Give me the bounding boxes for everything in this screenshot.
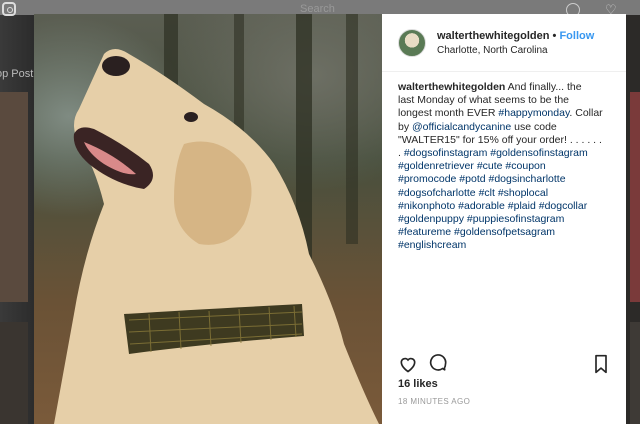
hashtag-link[interactable]: #goldensofinstagram [490, 147, 587, 159]
hashtag-link[interactable]: #potd [459, 173, 485, 185]
post-detail-panel: walterthewhitegolden • Follow Charlotte,… [382, 14, 626, 424]
caption-text: by [398, 120, 413, 133]
dog-illustration [54, 49, 379, 424]
heart-icon[interactable] [398, 354, 418, 374]
caption-text: And finally... the [505, 81, 582, 93]
hashtag-link[interactable]: #promocode [398, 173, 456, 185]
hashtag-link[interactable]: #goldenpuppy [398, 213, 464, 225]
background-tile [630, 92, 640, 302]
caption-line: . #dogsofinstagram #goldensofinstagram [398, 147, 610, 160]
caption-line: last Monday of what seems to be the [398, 94, 610, 107]
hashtag-link[interactable]: #dogsofcharlotte [398, 187, 476, 199]
post-author-row: walterthewhitegolden • Follow [437, 30, 594, 42]
caption-line: #goldenretriever #cute #coupon [398, 160, 610, 173]
hashtag-link[interactable]: #adorable [458, 200, 505, 212]
background-top-nav: Search ♡ [0, 0, 640, 17]
caption-line: #dogsofcharlotte #clt #shoplocal [398, 187, 610, 200]
bookmark-icon[interactable] [592, 354, 610, 374]
caption-text: . Collar [569, 107, 603, 120]
avatar[interactable] [398, 29, 426, 57]
background-label: op Post [0, 68, 34, 80]
hashtag-link[interactable]: #happymonday [498, 107, 569, 119]
hashtag-link[interactable]: #dogsofinstagram [404, 147, 487, 159]
hashtag-link[interactable]: @officialcandycanine [412, 121, 511, 133]
post-header: walterthewhitegolden • Follow Charlotte,… [382, 14, 626, 72]
caption-text: longest month EVER [398, 107, 499, 120]
like-count[interactable]: 16 likes [398, 378, 438, 390]
caption-username[interactable]: walterthewhitegolden [398, 81, 505, 93]
background-tile [0, 92, 28, 302]
hashtag-link[interactable]: #plaid [508, 200, 536, 212]
hashtag-link[interactable]: #puppiesofinstagram [467, 213, 564, 225]
caption-line: "WALTER15" for 15% off your order! . . .… [398, 134, 610, 147]
hashtag-link[interactable]: #dogcollar [539, 200, 587, 212]
background-tile [0, 322, 28, 424]
caption-line: #englishcream [398, 239, 610, 252]
username-link[interactable]: walterthewhitegolden [437, 30, 549, 42]
hashtag-link[interactable]: #goldensofpetsagram [454, 226, 555, 238]
caption-line: #nikonphoto #adorable #plaid #dogcollar [398, 200, 610, 213]
caption-line: by @officialcandycanine use code [398, 121, 610, 134]
location-link[interactable]: Charlotte, North Carolina [437, 45, 548, 56]
caption-line: #goldenpuppy #puppiesofinstagram [398, 213, 610, 226]
hashtag-link[interactable]: #featureme [398, 226, 451, 238]
hashtag-link[interactable]: #shoplocal [498, 187, 548, 199]
post-caption: walterthewhitegolden And finally... the l… [398, 81, 610, 253]
hashtag-link[interactable]: #cute [477, 160, 503, 172]
hashtag-link[interactable]: #clt [479, 187, 495, 199]
caption-text: "WALTER15" for 15% off your order! . . .… [398, 133, 602, 146]
hashtag-link[interactable]: #goldenretriever [398, 160, 474, 172]
caption-line: walterthewhitegolden And finally... the [398, 81, 610, 94]
hashtag-link[interactable]: #coupon [505, 160, 545, 172]
caption-line: longest month EVER #happymonday. Collar [398, 107, 610, 120]
hashtag-link[interactable]: #englishcream [398, 239, 466, 251]
follow-button[interactable]: Follow [559, 30, 594, 42]
background-tile [630, 322, 640, 424]
hashtag-link[interactable]: #dogsincharlotte [489, 173, 566, 185]
caption-line: #promocode #potd #dogsincharlotte [398, 173, 610, 186]
separator-dot: • [552, 30, 557, 42]
instagram-logo-icon [2, 2, 16, 16]
post-photo[interactable] [34, 14, 382, 424]
caption-text: last Monday of what seems to be the [398, 94, 570, 107]
comment-icon[interactable] [428, 354, 448, 374]
timestamp[interactable]: 18 MINUTES AGO [398, 397, 470, 406]
caption-text: use code [511, 120, 557, 133]
hashtag-link[interactable]: #nikonphoto [398, 200, 455, 212]
action-bar [382, 350, 626, 378]
caption-line: #featureme #goldensofpetsagram [398, 226, 610, 239]
